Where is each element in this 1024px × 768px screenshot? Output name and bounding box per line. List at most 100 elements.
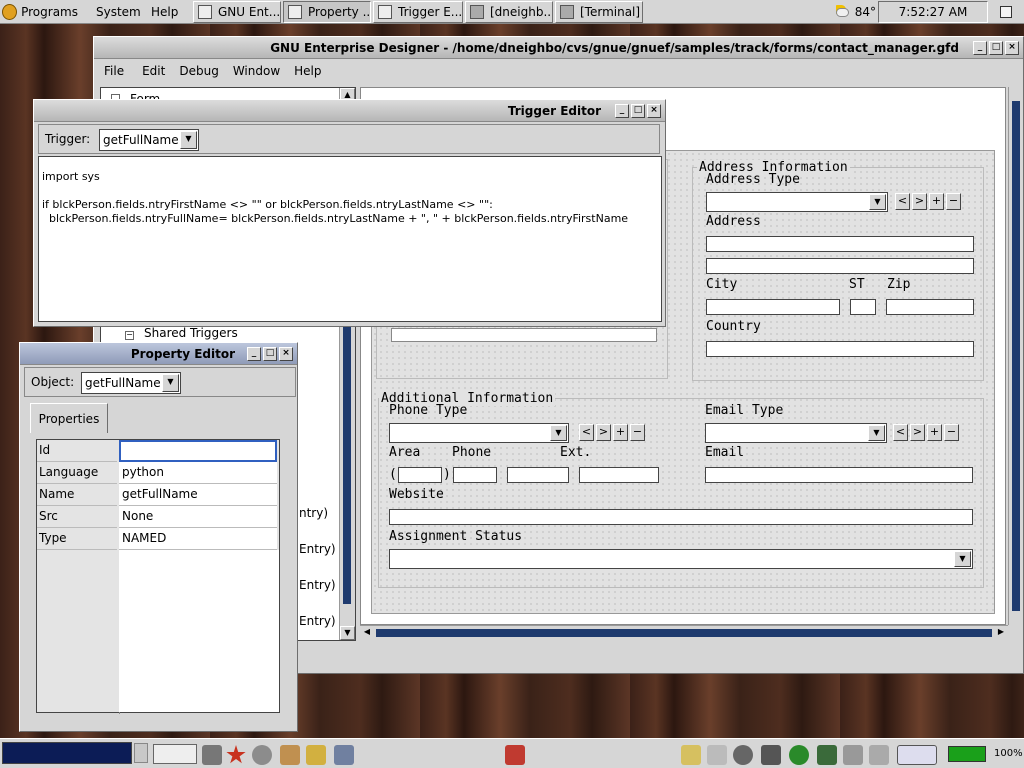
chevron-down-icon[interactable]: ▼ — [180, 131, 197, 149]
add-record-button[interactable]: + — [927, 424, 942, 441]
property-value-field[interactable]: NAMED — [119, 528, 277, 550]
programs-menu[interactable]: Programs — [2, 1, 78, 23]
address-line2-field[interactable] — [706, 258, 974, 274]
panel-handle-icon[interactable] — [134, 743, 148, 763]
add-record-button[interactable]: + — [613, 424, 628, 441]
property-value-field[interactable]: None — [119, 506, 277, 528]
address-line1-field[interactable] — [706, 236, 974, 252]
monitor-icon[interactable] — [789, 745, 809, 765]
chevron-down-icon[interactable]: ▼ — [954, 551, 971, 567]
chevron-down-icon[interactable]: ▼ — [868, 425, 885, 441]
area-field[interactable] — [398, 467, 442, 483]
workspace-pager[interactable] — [2, 742, 132, 764]
task-property-editor[interactable]: Property ... — [283, 1, 371, 23]
task-gnu-enterprise[interactable]: GNU Ent... — [193, 1, 281, 23]
canvas-vscrollbar[interactable] — [1008, 87, 1022, 625]
trigger-select[interactable]: getFullName ▼ — [99, 129, 199, 151]
gimp-icon[interactable] — [733, 745, 753, 765]
minimize-icon[interactable]: _ — [615, 103, 629, 118]
state-field[interactable] — [850, 299, 876, 315]
next-record-button[interactable]: > — [912, 193, 927, 210]
canvas-hscrollbar[interactable]: ◀ ▶ — [360, 625, 1008, 639]
add-record-button[interactable]: + — [929, 193, 944, 210]
phone-field[interactable] — [453, 467, 497, 483]
show-desktop-button[interactable] — [994, 1, 1018, 23]
minimize-icon[interactable]: _ — [973, 40, 987, 55]
mail-icon[interactable] — [505, 745, 525, 765]
scroll-thumb[interactable] — [1012, 101, 1020, 611]
assignment-status-dropdown[interactable]: ▼ — [389, 549, 973, 569]
property-value-field[interactable] — [119, 440, 277, 462]
delete-record-button[interactable]: − — [630, 424, 645, 441]
close-icon[interactable]: × — [647, 103, 661, 118]
website-field[interactable] — [389, 509, 973, 525]
help-book-icon[interactable] — [280, 745, 300, 765]
minimize-icon[interactable]: _ — [247, 346, 261, 361]
menu-edit[interactable]: Edit — [142, 64, 165, 78]
tree-item-entry[interactable]: Entry) — [299, 614, 336, 628]
clock[interactable]: 7:52:27 AM — [878, 1, 988, 23]
address-type-dropdown[interactable]: ▼ — [706, 192, 888, 212]
chevron-down-icon[interactable]: ▼ — [869, 194, 886, 210]
printer-icon[interactable] — [202, 745, 222, 765]
tree-item-entry[interactable]: Entry) — [299, 542, 336, 556]
tasks-icon[interactable] — [707, 745, 727, 765]
help-menu[interactable]: Help — [151, 1, 181, 23]
email-field[interactable] — [705, 467, 973, 483]
trigger-code-editor[interactable]: import sys if blckPerson.fields.ntryFirst… — [38, 156, 662, 322]
prev-record-button[interactable]: < — [579, 424, 594, 441]
menu-window[interactable]: Window — [233, 64, 280, 78]
network-icon[interactable] — [761, 745, 781, 765]
task-dneighbo[interactable]: [dneighb...] — [465, 1, 553, 23]
maximize-icon[interactable]: □ — [989, 40, 1003, 55]
tools-icon[interactable] — [334, 745, 354, 765]
mini-pager-icon[interactable] — [897, 745, 937, 765]
property-value-field[interactable]: getFullName — [119, 484, 277, 506]
zip-field[interactable] — [886, 299, 974, 315]
tree-item-entry[interactable]: Entry) — [299, 578, 336, 592]
tree-item-shared-triggers[interactable]: − Shared Triggers — [125, 326, 238, 340]
maximize-icon[interactable]: □ — [263, 346, 277, 361]
chevron-down-icon[interactable]: ▼ — [162, 374, 179, 392]
weather-applet[interactable]: 84° — [836, 1, 876, 23]
next-record-button[interactable]: > — [910, 424, 925, 441]
scroll-thumb[interactable] — [376, 629, 992, 637]
tree-item-entry[interactable]: ntry) — [299, 506, 328, 520]
system-menu[interactable]: System — [96, 1, 142, 23]
menu-file[interactable]: File — [104, 64, 124, 78]
country-field[interactable] — [706, 341, 974, 357]
close-icon[interactable]: × — [1005, 40, 1019, 55]
configure-icon[interactable] — [843, 745, 863, 765]
delete-record-button[interactable]: − — [944, 424, 959, 441]
property-value-field[interactable]: python — [119, 462, 277, 484]
contact-field[interactable] — [391, 328, 657, 342]
gnome-head-icon[interactable] — [252, 745, 272, 765]
phone-type-dropdown[interactable]: ▼ — [389, 423, 569, 443]
pen-icon[interactable] — [869, 745, 889, 765]
chevron-down-icon[interactable]: ▼ — [550, 425, 567, 441]
maximize-icon[interactable]: □ — [631, 103, 645, 118]
prev-record-button[interactable]: < — [893, 424, 908, 441]
phone-suffix-field[interactable] — [507, 467, 569, 483]
trigger-editor-titlebar[interactable]: Trigger Editor _ □ × — [34, 100, 665, 122]
object-select[interactable]: getFullName ▼ — [81, 372, 181, 394]
menu-debug[interactable]: Debug — [179, 64, 218, 78]
scroll-right-icon[interactable]: ▶ — [994, 626, 1008, 639]
tab-properties[interactable]: Properties — [30, 403, 108, 433]
notes-icon[interactable] — [681, 745, 701, 765]
designer-titlebar[interactable]: GNU Enterprise Designer - /home/dneighbo… — [94, 37, 1023, 59]
close-icon[interactable]: × — [279, 346, 293, 361]
property-editor-titlebar[interactable]: Property Editor _ □ × — [20, 343, 297, 365]
ext-field[interactable] — [579, 467, 659, 483]
next-record-button[interactable]: > — [596, 424, 611, 441]
scroll-left-icon[interactable]: ◀ — [360, 626, 374, 639]
scroll-down-icon[interactable]: ▼ — [340, 626, 355, 640]
window-list-icon[interactable] — [153, 744, 197, 764]
city-field[interactable] — [706, 299, 840, 315]
star-icon[interactable] — [226, 745, 246, 764]
delete-record-button[interactable]: − — [946, 193, 961, 210]
email-type-dropdown[interactable]: ▼ — [705, 423, 887, 443]
task-terminal[interactable]: [Terminal] — [555, 1, 643, 23]
editor-icon[interactable] — [306, 745, 326, 765]
menu-help[interactable]: Help — [294, 64, 321, 78]
